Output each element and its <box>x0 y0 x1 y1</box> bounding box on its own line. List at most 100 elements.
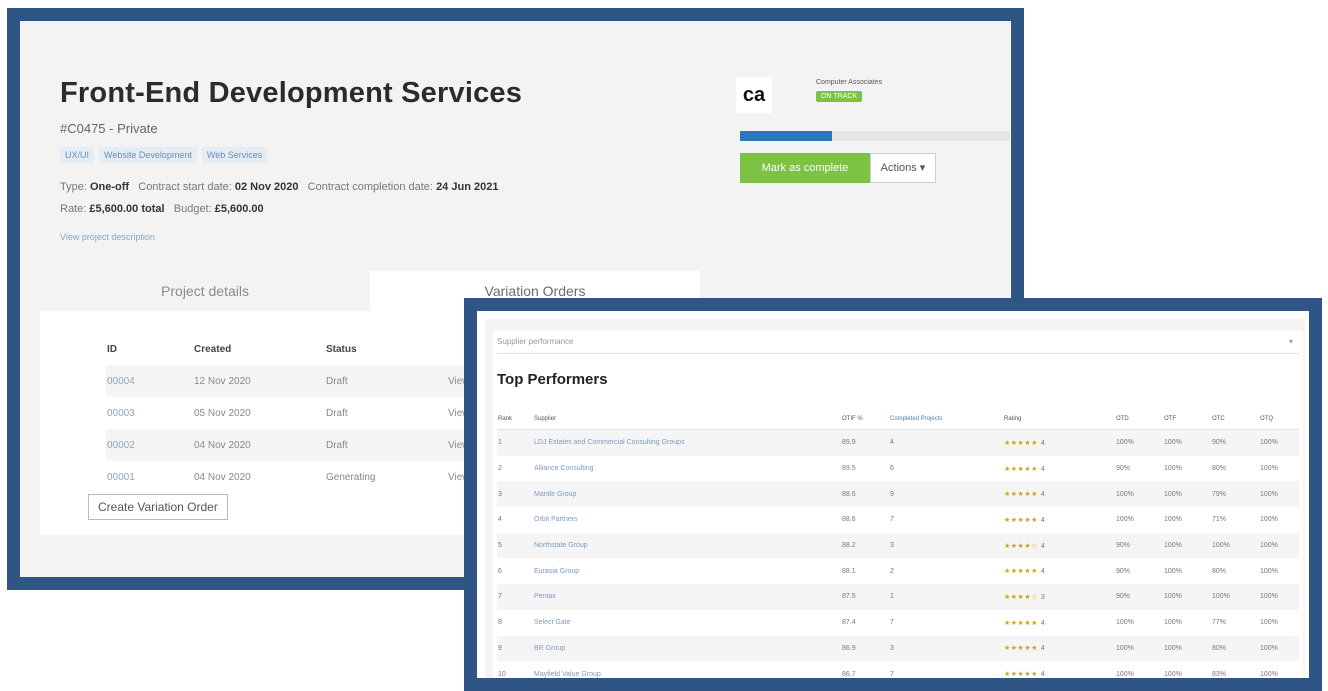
supplier-cell[interactable]: LDJ Estates and Commercial Consulting Gr… <box>533 429 841 456</box>
otc-cell: 79% <box>1211 481 1259 508</box>
create-variation-order-button[interactable]: Create Variation Order <box>88 494 228 520</box>
column-header[interactable]: Completed Projects <box>889 409 1003 430</box>
project-description-link[interactable]: View project description <box>60 232 155 242</box>
supplier-cell[interactable]: Mayfield Value Group <box>533 661 841 678</box>
supplier-cell[interactable]: BR Group <box>533 635 841 662</box>
otd-cell: 100% <box>1116 670 1134 678</box>
projects-cell: 1 <box>889 584 1003 610</box>
projects-cell: 4 <box>889 429 1003 456</box>
tag[interactable]: Website Development <box>99 147 197 163</box>
company-name[interactable]: Computer Associates <box>816 79 882 86</box>
table-row[interactable]: 10 Mayfield Value Group 86.7 7 ★★★★★ 4 100% 100… <box>497 661 1299 678</box>
order-id[interactable]: 00003 <box>106 397 193 429</box>
otc-cell: 77% <box>1212 619 1227 627</box>
table-row[interactable]: 00001 04 Nov 2020 Generating View <box>106 461 509 493</box>
rating-cell: ★★★★★ 4 <box>1003 481 1115 508</box>
rating-count: 4 <box>1040 465 1045 473</box>
column-header[interactable]: Rank <box>497 409 533 430</box>
column-header[interactable]: OTD <box>1115 409 1163 430</box>
order-created: 05 Nov 2020 <box>194 407 251 419</box>
otc-cell: 71% <box>1212 516 1227 524</box>
column-header[interactable]: OTF <box>1163 409 1211 430</box>
column-header[interactable]: OTC <box>1211 409 1259 430</box>
end-label: Contract completion date: <box>307 181 433 193</box>
score-cell: 86.7 <box>842 670 856 678</box>
order-id[interactable]: 00004 <box>106 365 193 397</box>
rating-count: 4 <box>1040 491 1045 499</box>
order-id[interactable]: 00001 <box>106 461 193 493</box>
budget-value: £5,600.00 <box>214 203 264 215</box>
order-status: Draft <box>325 429 447 461</box>
supplier-cell[interactable]: Pentax <box>533 584 841 610</box>
start-value: 02 Nov 2020 <box>234 181 299 193</box>
supplier-cell[interactable]: Select Gate <box>533 610 841 636</box>
tag[interactable]: UX/UI <box>60 147 95 163</box>
column-header[interactable]: Rating <box>1003 409 1115 430</box>
table-row[interactable]: 2 Alliance Consulting 89.5 6 ★★★★★ 4 90% 100% 80… <box>497 456 1299 482</box>
supplier-cell[interactable]: Eurasia Group <box>533 558 841 584</box>
table-row[interactable]: 00003 05 Nov 2020 Draft View <box>106 397 509 429</box>
otd-cell: 100% <box>1115 429 1163 456</box>
table-row[interactable]: 5 Northstate Group 88.2 3 ★★★★☆ 4 90% 100% 100% 1… <box>497 532 1299 559</box>
otq-cell: 100% <box>1260 516 1278 524</box>
rating-count: 4 <box>1040 568 1045 576</box>
project-progress-bar <box>740 131 1010 141</box>
supplier-cell[interactable]: Alliance Consulting <box>533 456 841 482</box>
rating-cell: ★★★★☆ 4 <box>1003 532 1115 559</box>
projects-cell: 7 <box>890 516 894 524</box>
rating-count: 4 <box>1040 645 1045 653</box>
otq-cell: 100% <box>1259 635 1299 662</box>
otq-cell: 100% <box>1260 465 1278 473</box>
table-row[interactable]: 7 Pentax 87.5 1 ★★★★☆ 3 90% 100% 100% 100% <box>497 584 1299 610</box>
projects-cell: 6 <box>890 465 894 473</box>
otd-cell: 100% <box>1115 635 1163 662</box>
table-row[interactable]: 00002 04 Nov 2020 Draft View <box>106 429 509 461</box>
score-cell: 87.4 <box>842 619 856 627</box>
otf-cell: 100% <box>1164 516 1182 524</box>
column-header[interactable]: Supplier <box>533 409 841 430</box>
filter-placeholder: Supplier performance <box>497 337 574 346</box>
project-tags: UX/UI Website Development Web Services <box>60 147 268 163</box>
column-header[interactable]: OTIF % <box>841 409 889 430</box>
top-performers-page: Supplier performance ▾ Top Performers Ra… <box>485 319 1305 678</box>
rating-cell: ★★★★★ 4 <box>1003 507 1115 533</box>
rank-cell: 7 <box>497 584 533 610</box>
supplier-filter-select[interactable]: Supplier performance ▾ <box>497 331 1299 354</box>
table-row[interactable]: 4 Orbit Partners 88.6 7 ★★★★★ 4 100% 100% 71% 100… <box>497 507 1299 533</box>
otf-cell: 100% <box>1164 465 1182 473</box>
projects-cell: 9 <box>889 481 1003 508</box>
supplier-cell[interactable]: Northstate Group <box>533 532 841 559</box>
tag[interactable]: Web Services <box>201 147 268 163</box>
column-header: Created <box>194 343 232 355</box>
order-id[interactable]: 00002 <box>106 429 193 461</box>
column-header[interactable]: OTQ <box>1259 409 1299 430</box>
table-row[interactable]: 3 Mantle Group 88.6 9 ★★★★★ 4 100% 100% 79% 100% <box>497 481 1299 508</box>
page-title: Front-End Development Services <box>60 77 523 109</box>
otc-cell: 80% <box>1211 635 1259 662</box>
otf-cell: 100% <box>1164 567 1182 575</box>
tab-project-details[interactable]: Project details <box>40 271 370 311</box>
otd-cell: 90% <box>1115 584 1163 610</box>
table-row[interactable]: 6 Eurasia Group 88.1 2 ★★★★★ 4 90% 100% 80% 100% <box>497 558 1299 584</box>
order-status: Generating <box>326 471 376 483</box>
otq-cell: 100% <box>1260 670 1278 678</box>
table-row[interactable]: 00004 12 Nov 2020 Draft View <box>106 365 509 397</box>
star-rating-icon: ★★★★★ <box>1004 568 1038 576</box>
supplier-cell[interactable]: Mantle Group <box>533 481 841 508</box>
star-rating-icon: ★★★★★ <box>1004 491 1038 499</box>
mark-as-complete-button[interactable]: Mark as complete <box>740 153 870 183</box>
projects-cell: 3 <box>889 635 1003 662</box>
table-row[interactable]: 8 Select Gate 87.4 7 ★★★★★ 4 100% 100% 77% 100% <box>497 610 1299 636</box>
order-status: Draft <box>326 407 348 419</box>
rank-cell: 10 <box>498 670 506 678</box>
rating-cell: ★★★★★ 4 <box>1003 456 1115 482</box>
rate-value: £5,600.00 total <box>89 203 165 215</box>
table-row[interactable]: 9 BR Group 86.9 3 ★★★★★ 4 100% 100% 80% 100% <box>497 635 1299 662</box>
table-row[interactable]: 1 LDJ Estates and Commercial Consulting G… <box>497 429 1299 456</box>
actions-dropdown-button[interactable]: Actions ▾ <box>870 153 936 183</box>
project-code: #C0475 - Private <box>60 121 158 136</box>
rank-cell: 4 <box>498 516 502 524</box>
supplier-cell[interactable]: Orbit Partners <box>533 507 841 533</box>
progress-fill <box>740 131 832 141</box>
rank-cell: 6 <box>498 567 502 575</box>
